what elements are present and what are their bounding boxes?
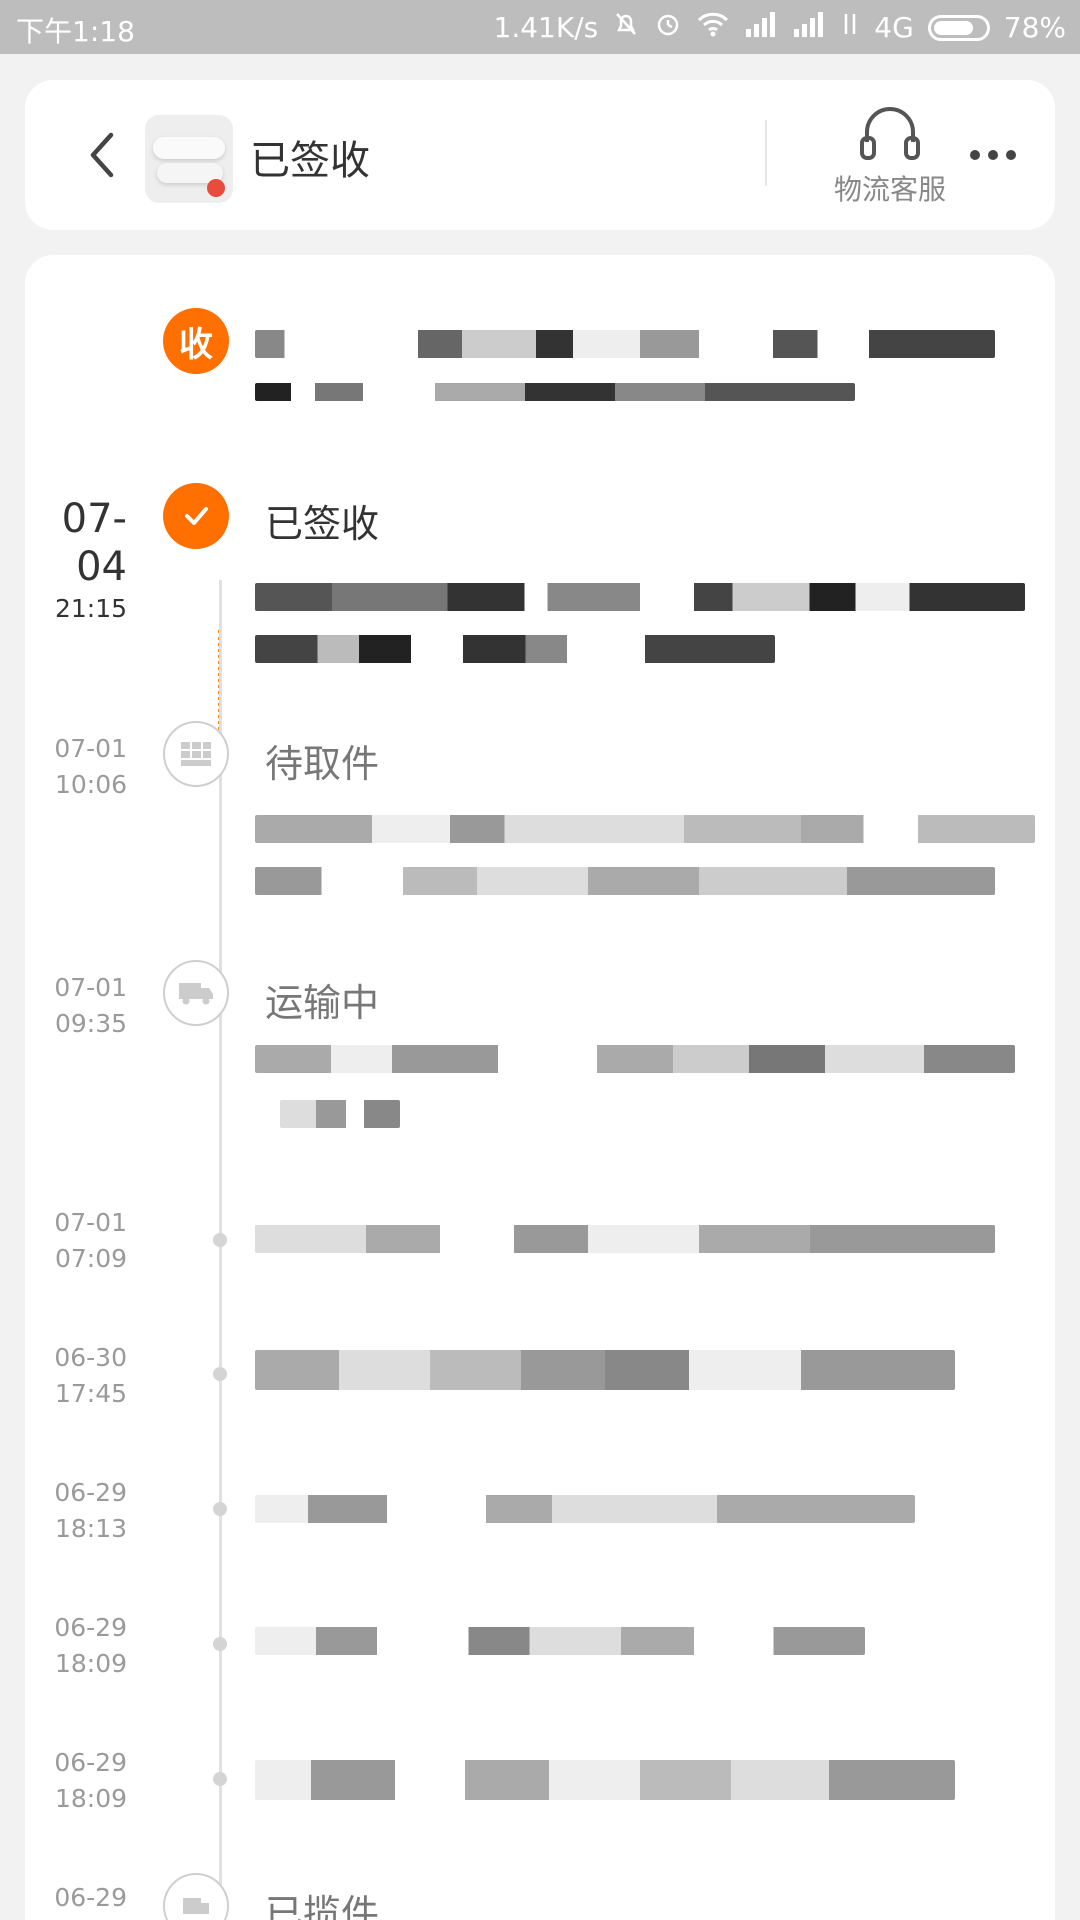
chevron-left-icon	[90, 132, 114, 178]
event-title: 待取件	[265, 742, 380, 786]
event-date: 06-29 18:09	[54, 1748, 127, 1813]
more-dots-icon	[970, 150, 1016, 160]
redacted-detail-line	[255, 1350, 955, 1390]
redacted-address-line	[255, 330, 995, 358]
event-title: 已签收	[265, 502, 380, 546]
locker-icon	[163, 721, 229, 787]
back-button[interactable]	[75, 125, 135, 185]
redacted-detail-line	[255, 815, 1035, 843]
signal-icon-2	[792, 11, 826, 44]
network-type: 4G	[874, 11, 914, 44]
event-date: 07-01 10:06	[54, 734, 127, 799]
redacted-detail-line	[255, 1225, 995, 1253]
event-date: 06-30 17:45	[54, 1343, 127, 1408]
redacted-address-line	[255, 383, 855, 401]
redacted-detail-line	[255, 635, 775, 663]
divider	[765, 120, 767, 186]
battery-percent: 78%	[1003, 11, 1066, 44]
headset-icon	[860, 107, 920, 160]
delivered-check-icon	[163, 483, 229, 549]
event-date: 06-29 18:13	[54, 1478, 127, 1543]
event-date: 06-29 18:09	[54, 1613, 127, 1678]
event-title: 已揽件	[265, 1892, 380, 1920]
more-button[interactable]	[963, 130, 1023, 180]
receiver-label: 收	[179, 324, 213, 365]
product-thumbnail[interactable]	[145, 115, 233, 203]
redacted-detail-line	[255, 1760, 955, 1800]
status-bar: 下午1:18 1.41K/s 4G 78%	[0, 0, 1080, 54]
event-date: 06-29	[54, 1883, 127, 1912]
timeline-dot	[213, 1367, 227, 1381]
receiver-badge: 收	[163, 308, 229, 374]
truck-icon	[163, 960, 229, 1026]
timeline-line	[219, 580, 222, 1920]
battery-icon	[927, 14, 990, 41]
redacted-detail-line	[255, 1495, 915, 1523]
event-date: 07-01 07:09	[54, 1208, 127, 1273]
event-date: 07-01 09:35	[54, 973, 127, 1038]
mute-bell-icon	[612, 10, 640, 45]
redacted-detail-line	[280, 1100, 400, 1128]
timeline-dot	[213, 1502, 227, 1516]
status-right: 1.41K/s 4G 78%	[494, 10, 1066, 45]
data-arrows-icon	[840, 10, 860, 45]
status-time: 下午1:18	[16, 15, 135, 48]
page-title: 已签收	[250, 138, 370, 184]
signal-icon	[744, 11, 778, 44]
redacted-detail-line	[255, 1627, 865, 1655]
redacted-detail-line	[255, 583, 1025, 611]
wifi-icon	[696, 10, 730, 45]
event-title: 运输中	[265, 981, 380, 1025]
header-card: 已签收 物流客服	[25, 80, 1055, 230]
alarm-icon	[654, 10, 682, 45]
timeline-dot	[213, 1233, 227, 1247]
event-date: 07-04 21:15	[54, 496, 127, 623]
logistics-service-button[interactable]: 物流客服	[815, 102, 965, 212]
network-speed: 1.41K/s	[493, 11, 599, 44]
timeline-dot	[213, 1772, 227, 1786]
service-label: 物流客服	[833, 173, 946, 206]
timeline-card: 收 07-04 21:15 已签收 07-01 10:06 待取件 07-01 …	[25, 255, 1055, 1920]
timeline-dot	[213, 1637, 227, 1651]
redacted-detail-line	[255, 1045, 1015, 1073]
redacted-detail-line	[255, 867, 995, 895]
